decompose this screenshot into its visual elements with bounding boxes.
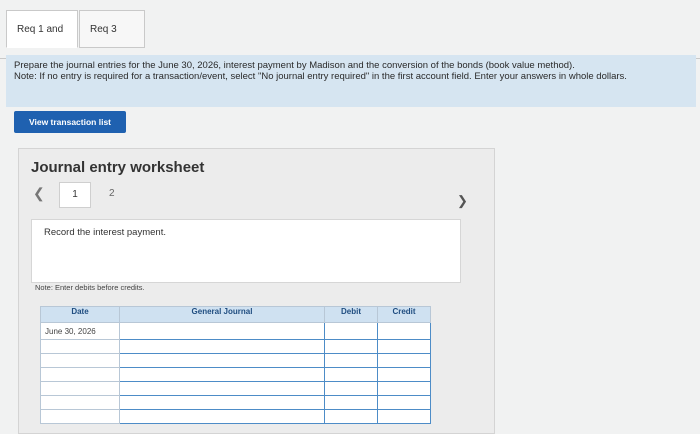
date-cell	[40, 381, 120, 396]
worksheet-title: Journal entry worksheet	[31, 159, 205, 176]
credit-input[interactable]	[377, 322, 431, 340]
table-row	[40, 409, 431, 424]
chevron-left-icon[interactable]: ❮	[33, 185, 45, 202]
tab-bar: Req 1 and 2 Req 3	[0, 10, 700, 73]
col-date-header: Date	[40, 306, 120, 323]
date-cell: June 30, 2026	[40, 322, 120, 340]
table-header-row: Date General Journal Debit Credit	[40, 306, 431, 323]
table-row	[40, 395, 431, 410]
col-debit-header: Debit	[324, 306, 378, 323]
date-cell	[40, 367, 120, 382]
journal-table: Date General Journal Debit Credit June 3…	[40, 306, 431, 424]
date-cell	[40, 395, 120, 410]
page-1-button[interactable]: 1	[59, 182, 91, 208]
instructions-panel: Prepare the journal entries for the June…	[6, 55, 696, 107]
table-row	[40, 353, 431, 368]
col-general-journal-header: General Journal	[119, 306, 325, 323]
page-2-button[interactable]: 2	[109, 188, 115, 199]
date-cell	[40, 353, 120, 368]
account-select[interactable]	[119, 322, 325, 340]
table-row	[40, 367, 431, 382]
account-select[interactable]	[119, 395, 325, 410]
account-select[interactable]	[119, 353, 325, 368]
view-transaction-list-button[interactable]: View transaction list	[14, 111, 126, 133]
credit-input[interactable]	[377, 381, 431, 396]
tab-req-1-and-2[interactable]: Req 1 and 2	[6, 10, 78, 73]
debit-input[interactable]	[324, 381, 378, 396]
record-instruction-box: Record the interest payment.	[31, 219, 461, 283]
credit-input[interactable]	[377, 409, 431, 424]
chevron-right-icon[interactable]: ❯	[457, 193, 468, 209]
debit-input[interactable]	[324, 367, 378, 382]
table-row	[40, 381, 431, 396]
credit-input[interactable]	[377, 367, 431, 382]
debits-note: Note: Enter debits before credits.	[35, 283, 145, 292]
tab-req-3[interactable]: Req 3	[79, 10, 145, 48]
debit-input[interactable]	[324, 395, 378, 410]
instructions-note: Note: If no entry is required for a tran…	[14, 71, 627, 82]
debit-input[interactable]	[324, 322, 378, 340]
account-select[interactable]	[119, 339, 325, 354]
instructions-main: Prepare the journal entries for the June…	[14, 60, 575, 71]
date-cell	[40, 339, 120, 354]
account-select[interactable]	[119, 409, 325, 424]
account-select[interactable]	[119, 381, 325, 396]
col-credit-header: Credit	[377, 306, 431, 323]
debit-input[interactable]	[324, 339, 378, 354]
journal-entry-worksheet: Journal entry worksheet ❮ 1 2 ❯ Record t…	[18, 148, 495, 434]
credit-input[interactable]	[377, 339, 431, 354]
date-cell	[40, 409, 120, 424]
table-row	[40, 339, 431, 354]
table-row: June 30, 2026	[40, 322, 431, 340]
debit-input[interactable]	[324, 353, 378, 368]
debit-input[interactable]	[324, 409, 378, 424]
credit-input[interactable]	[377, 395, 431, 410]
account-select[interactable]	[119, 367, 325, 382]
record-instruction-text: Record the interest payment.	[44, 227, 166, 238]
credit-input[interactable]	[377, 353, 431, 368]
